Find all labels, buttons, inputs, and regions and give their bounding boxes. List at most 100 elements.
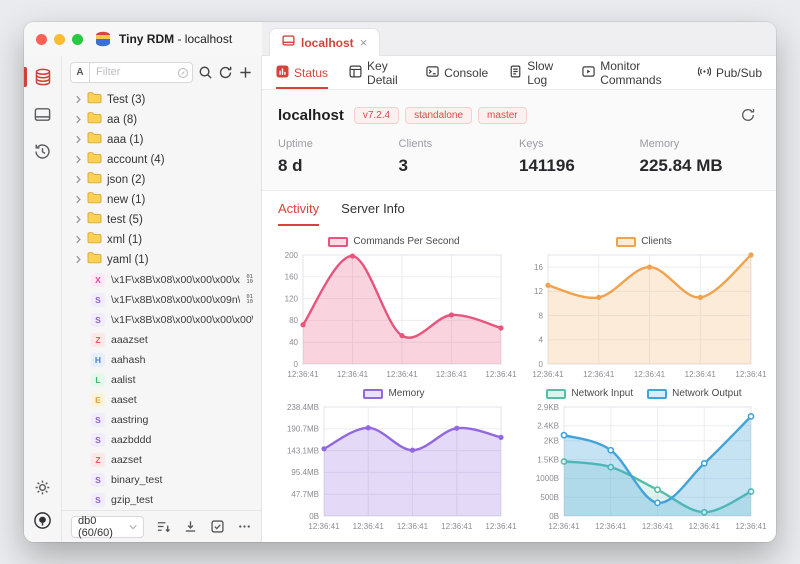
- key-label: \x1F\x8B\x08\x00\x00\x00\x00\x0...: [111, 314, 253, 326]
- chart-legend: Network Input Network Output: [546, 386, 742, 401]
- tree-folder[interactable]: account (4): [62, 150, 261, 170]
- tab-label: Status: [294, 65, 329, 80]
- svg-text:12:36:41: 12:36:41: [485, 522, 517, 531]
- key-label: aahash: [111, 354, 146, 366]
- tree-key[interactable]: Sgzip_test: [62, 490, 261, 510]
- rail-server-button[interactable]: [31, 102, 55, 126]
- tree-folder[interactable]: aa (8): [62, 110, 261, 130]
- key-type-badge: X: [91, 273, 105, 287]
- svg-text:12:36:41: 12:36:41: [735, 370, 767, 379]
- chart-plot: 0B 47.7MB 95.4MB 143.1MB 190.7MB 238.4MB 12:36…: [286, 403, 516, 531]
- match-case-button[interactable]: A: [70, 61, 90, 83]
- rail-history-button[interactable]: [31, 139, 55, 163]
- close-window-button[interactable]: [36, 33, 47, 45]
- tab-activity[interactable]: Activity: [278, 201, 320, 226]
- tree-folder[interactable]: aaa (1): [62, 130, 261, 150]
- key-label: aazset: [111, 454, 142, 466]
- tree-key[interactable]: Laalist: [62, 370, 261, 390]
- rail-databases-button[interactable]: [31, 65, 55, 89]
- svg-text:12: 12: [534, 287, 543, 296]
- sort-keys-icon[interactable]: [156, 519, 171, 534]
- add-key-icon[interactable]: [238, 65, 253, 80]
- refresh-status-icon[interactable]: [736, 103, 760, 127]
- status-icon: [276, 64, 289, 81]
- legend-item[interactable]: Network Output: [647, 388, 742, 399]
- legend-swatch-icon: [546, 388, 567, 399]
- server-badge: master: [478, 106, 527, 124]
- checkbox-mode-icon[interactable]: [210, 519, 225, 534]
- tab-key-detail[interactable]: Key Detail: [349, 56, 405, 89]
- tree-key[interactable]: Eaaset: [62, 390, 261, 410]
- stat-keys: Keys 141196: [519, 138, 640, 176]
- folder-icon: [87, 131, 102, 149]
- folder-icon: [87, 251, 102, 269]
- tab-monitor-commands[interactable]: Monitor Commands: [582, 56, 677, 89]
- tree-key[interactable]: Saastring: [62, 410, 261, 430]
- svg-text:12:36:41: 12:36:41: [684, 370, 716, 379]
- minimize-window-button[interactable]: [54, 33, 65, 45]
- tab-server-info[interactable]: Server Info: [341, 201, 405, 226]
- key-type-badge: S: [91, 293, 105, 307]
- stat-label: Clients: [398, 138, 433, 150]
- svg-text:12:36:41: 12:36:41: [485, 370, 517, 379]
- tab-pub-sub[interactable]: Pub/Sub: [697, 56, 762, 89]
- svg-text:12:36:41: 12:36:41: [352, 522, 384, 531]
- tree-key[interactable]: Haahash: [62, 350, 261, 370]
- tab-label: Key Detail: [367, 58, 398, 87]
- legend-item[interactable]: Commands Per Second: [328, 236, 460, 247]
- tree-folder[interactable]: json (2): [62, 170, 261, 190]
- tree-folder[interactable]: new (1): [62, 190, 261, 210]
- stat-label: Keys: [519, 138, 544, 150]
- close-tab-icon[interactable]: ×: [360, 36, 368, 49]
- tab-label: Pub/Sub: [715, 65, 762, 80]
- reload-keys-icon[interactable]: [218, 65, 233, 80]
- filter-mode-icon[interactable]: [177, 66, 189, 84]
- zoom-window-button[interactable]: [72, 33, 83, 45]
- key-type-badge: Z: [91, 333, 105, 347]
- tree-key[interactable]: Zaaazset: [62, 330, 261, 350]
- tree-folder[interactable]: test (5): [62, 210, 261, 230]
- search-icon[interactable]: [198, 65, 213, 80]
- tree-folder[interactable]: Test (3): [62, 90, 261, 110]
- tab-status[interactable]: Status: [276, 56, 328, 89]
- stat-value: 8 d: [278, 156, 303, 175]
- legend-item[interactable]: Network Input: [546, 388, 633, 399]
- legend-item[interactable]: Clients: [616, 236, 672, 247]
- legend-swatch-icon: [647, 388, 668, 399]
- chart-commands-per-second: Commands Per Second 0 40 80 120 160 200 12:36:4…: [278, 234, 516, 380]
- svg-text:12:36:41: 12:36:41: [641, 522, 673, 531]
- svg-text:1000B: 1000B: [535, 474, 558, 483]
- tree-key[interactable]: S \x1F\x8B\x08\x00\x00\x00\x00\x0...: [62, 310, 261, 330]
- svg-text:12:36:41: 12:36:41: [583, 370, 615, 379]
- tab-slow-log[interactable]: Slow Log: [509, 56, 561, 89]
- charts-grid: Commands Per Second 0 40 80 120 160 200 12:36:4…: [262, 226, 776, 542]
- settings-gear-icon[interactable]: [31, 475, 55, 499]
- tree-key[interactable]: X \x1F\x8B\x08\x00\x00\x00\x00\x0... 0110: [62, 270, 261, 290]
- legend-item[interactable]: Memory: [363, 388, 425, 399]
- github-icon[interactable]: [31, 508, 55, 532]
- tree-key[interactable]: S \x1F\x8B\x08\x00\x00\x09n\x8... 0110: [62, 290, 261, 310]
- tree-folder[interactable]: xml (1): [62, 230, 261, 250]
- tree-key[interactable]: Zaazset: [62, 450, 261, 470]
- svg-text:2KB: 2KB: [543, 437, 558, 446]
- tab-console[interactable]: Console: [426, 56, 488, 89]
- folder-label: new (1): [107, 194, 146, 206]
- key-label: \x1F\x8B\x08\x00\x00\x09n\x8...: [111, 294, 241, 306]
- chevron-right-icon: [75, 131, 82, 149]
- tree-key[interactable]: Saazbddd: [62, 430, 261, 450]
- svg-text:4: 4: [538, 336, 543, 345]
- chart-network: Network Input Network Output 0B 500B 1000B 1.…: [528, 386, 766, 532]
- svg-text:120: 120: [284, 294, 298, 303]
- tree-folder[interactable]: yaml (1): [62, 250, 261, 270]
- tree-key[interactable]: Sbinary_test: [62, 470, 261, 490]
- import-icon[interactable]: [183, 519, 198, 534]
- svg-text:500B: 500B: [540, 493, 559, 502]
- chevron-right-icon: [75, 191, 82, 209]
- stat-value: 3: [398, 156, 408, 175]
- db-selector[interactable]: db0 (60/60): [71, 515, 144, 539]
- svg-text:200: 200: [284, 251, 298, 260]
- key-label: aaset: [111, 394, 137, 406]
- key-type-badge: S: [91, 433, 105, 447]
- more-options-icon[interactable]: [237, 519, 252, 534]
- connection-tab-localhost[interactable]: localhost ×: [269, 28, 381, 56]
